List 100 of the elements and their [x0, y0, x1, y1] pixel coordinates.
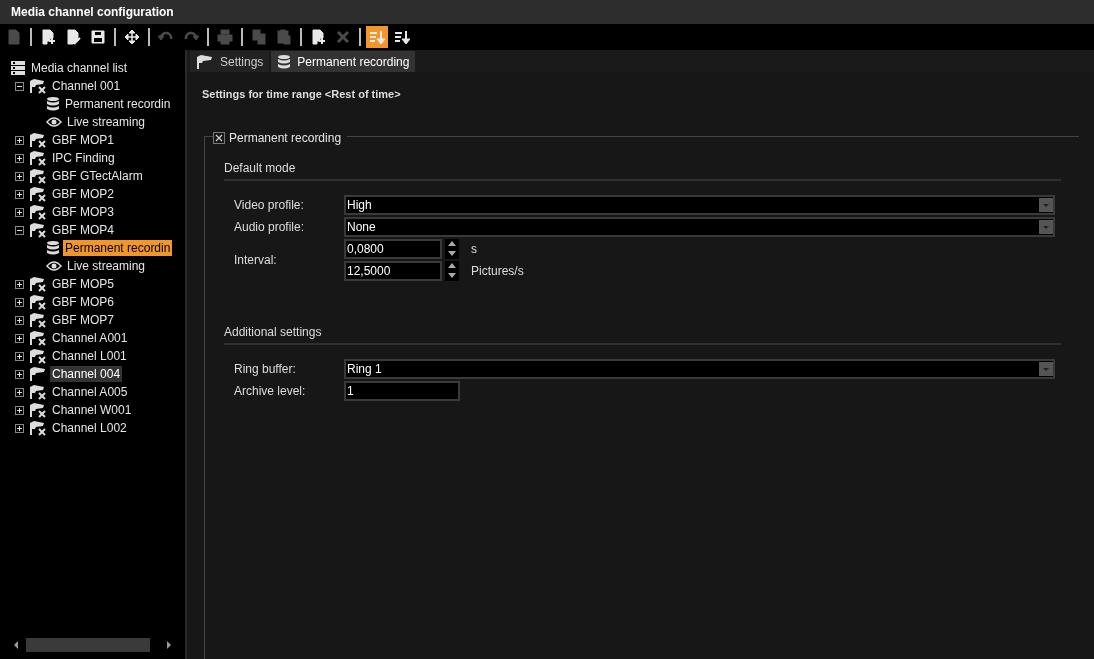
- printer-icon: [217, 29, 233, 45]
- database-icon: [46, 240, 60, 256]
- plus-icon: [16, 352, 23, 360]
- plus-icon: [16, 388, 23, 396]
- spin-up-icon[interactable]: [448, 263, 456, 268]
- camera-icon: [196, 53, 214, 70]
- tree-item[interactable]: Live streaming: [65, 114, 148, 130]
- tree-item[interactable]: GBF MOP3: [50, 204, 116, 220]
- camera-disabled-icon: [29, 132, 47, 148]
- section-title: Additional settings: [224, 324, 322, 339]
- tree-item[interactable]: GBF GTectAlarm: [50, 168, 145, 184]
- expander[interactable]: [15, 369, 24, 379]
- plus-icon: [16, 280, 23, 288]
- save-icon: [90, 29, 106, 45]
- tree-item[interactable]: GBF MOP2: [50, 186, 116, 202]
- plus-icon: [16, 406, 23, 414]
- spin-up-icon[interactable]: [448, 241, 456, 246]
- scrollbar-thumb[interactable]: [26, 638, 150, 652]
- expander[interactable]: [15, 297, 24, 307]
- tree-item[interactable]: Live streaming: [65, 258, 148, 274]
- tree-item[interactable]: GBF MOP4: [50, 222, 116, 238]
- group-label: Permanent recording: [229, 129, 342, 147]
- tree-item[interactable]: Channel L002: [50, 420, 129, 436]
- input-field[interactable]: 1: [344, 380, 460, 401]
- field-label: Ring buffer:: [234, 360, 297, 378]
- plus-icon: [16, 298, 23, 306]
- database-icon: [277, 53, 292, 70]
- camera-disabled-icon: [29, 78, 47, 94]
- tree-item[interactable]: Channel L001: [50, 348, 129, 364]
- eye-icon: [46, 116, 62, 128]
- plus-icon: [16, 316, 23, 324]
- plus-icon: [16, 136, 23, 144]
- tree-item[interactable]: Permanent recordin: [63, 240, 173, 256]
- camera-disabled-icon: [29, 150, 47, 166]
- dropdown[interactable]: Ring 1: [344, 358, 1055, 379]
- tree-item[interactable]: GBF MOP6: [50, 294, 116, 310]
- tree-item[interactable]: Channel 004: [50, 366, 123, 382]
- expander[interactable]: [15, 387, 24, 397]
- expander[interactable]: [15, 153, 24, 163]
- plus-icon: [16, 190, 23, 198]
- tree-item[interactable]: GBF MOP1: [50, 132, 116, 148]
- window-title: Media channel configuration: [11, 4, 174, 21]
- check-document-icon: [6, 29, 22, 45]
- expander[interactable]: [15, 189, 24, 199]
- input-field[interactable]: 12,5000: [344, 260, 442, 281]
- expander[interactable]: [15, 405, 24, 415]
- tree-item[interactable]: GBF MOP5: [50, 276, 116, 292]
- spin-down-icon[interactable]: [448, 273, 456, 278]
- tree-item[interactable]: Permanent recordin: [63, 96, 173, 112]
- spin-buttons[interactable]: [445, 238, 459, 259]
- tree-item[interactable]: Channel W001: [50, 402, 134, 418]
- plus-icon: [16, 370, 23, 378]
- camera-disabled-icon: [29, 312, 47, 328]
- spin-buttons[interactable]: [445, 260, 459, 281]
- expander[interactable]: [15, 423, 24, 433]
- camera-disabled-icon: [29, 222, 47, 238]
- camera-icon: [29, 366, 47, 382]
- camera-disabled-icon: [29, 276, 47, 292]
- field-label: Archive level:: [234, 382, 307, 400]
- input-field[interactable]: 0,0800: [344, 238, 442, 259]
- database-icon: [46, 96, 60, 112]
- spin-down-icon[interactable]: [448, 251, 456, 256]
- tree-item[interactable]: Channel 001: [50, 78, 123, 94]
- scroll-left-icon[interactable]: [12, 640, 20, 650]
- expander[interactable]: [15, 171, 24, 181]
- new-document-icon: [40, 29, 56, 45]
- expander[interactable]: [15, 351, 24, 361]
- plus-icon: [16, 334, 23, 342]
- camera-disabled-icon: [29, 348, 47, 364]
- tree-item[interactable]: GBF MOP7: [50, 312, 116, 328]
- expander[interactable]: [15, 279, 24, 289]
- camera-disabled-icon: [29, 402, 47, 418]
- unit-label: s: [471, 240, 477, 258]
- tab[interactable]: Settings: [190, 51, 270, 72]
- checkbox[interactable]: [213, 131, 225, 144]
- tree-item[interactable]: Media channel list: [29, 60, 130, 76]
- expander[interactable]: [15, 333, 24, 343]
- expander[interactable]: [15, 315, 24, 325]
- expander[interactable]: [15, 135, 24, 145]
- expander[interactable]: [15, 207, 24, 217]
- plus-icon: [16, 172, 23, 180]
- plus-icon: [16, 424, 23, 432]
- camera-disabled-icon: [29, 294, 47, 310]
- camera-disabled-icon: [29, 384, 47, 400]
- expander[interactable]: [15, 225, 24, 235]
- tree-item[interactable]: Channel A005: [50, 384, 130, 400]
- scroll-right-icon[interactable]: [165, 640, 173, 650]
- eye-icon: [46, 260, 62, 272]
- tree-item[interactable]: Channel A001: [50, 330, 130, 346]
- dropdown[interactable]: High: [344, 194, 1055, 215]
- dropdown[interactable]: None: [344, 216, 1055, 237]
- unit-label: Pictures/s: [471, 262, 524, 280]
- tab[interactable]: Permanent recording: [271, 51, 416, 72]
- sort-icon: [369, 29, 385, 45]
- list-icon: [10, 60, 26, 76]
- delete-icon: [335, 29, 351, 45]
- copy-icon: [251, 29, 267, 45]
- expander[interactable]: [15, 81, 24, 91]
- tree-item[interactable]: IPC Finding: [50, 150, 117, 166]
- plus-icon: [16, 154, 23, 162]
